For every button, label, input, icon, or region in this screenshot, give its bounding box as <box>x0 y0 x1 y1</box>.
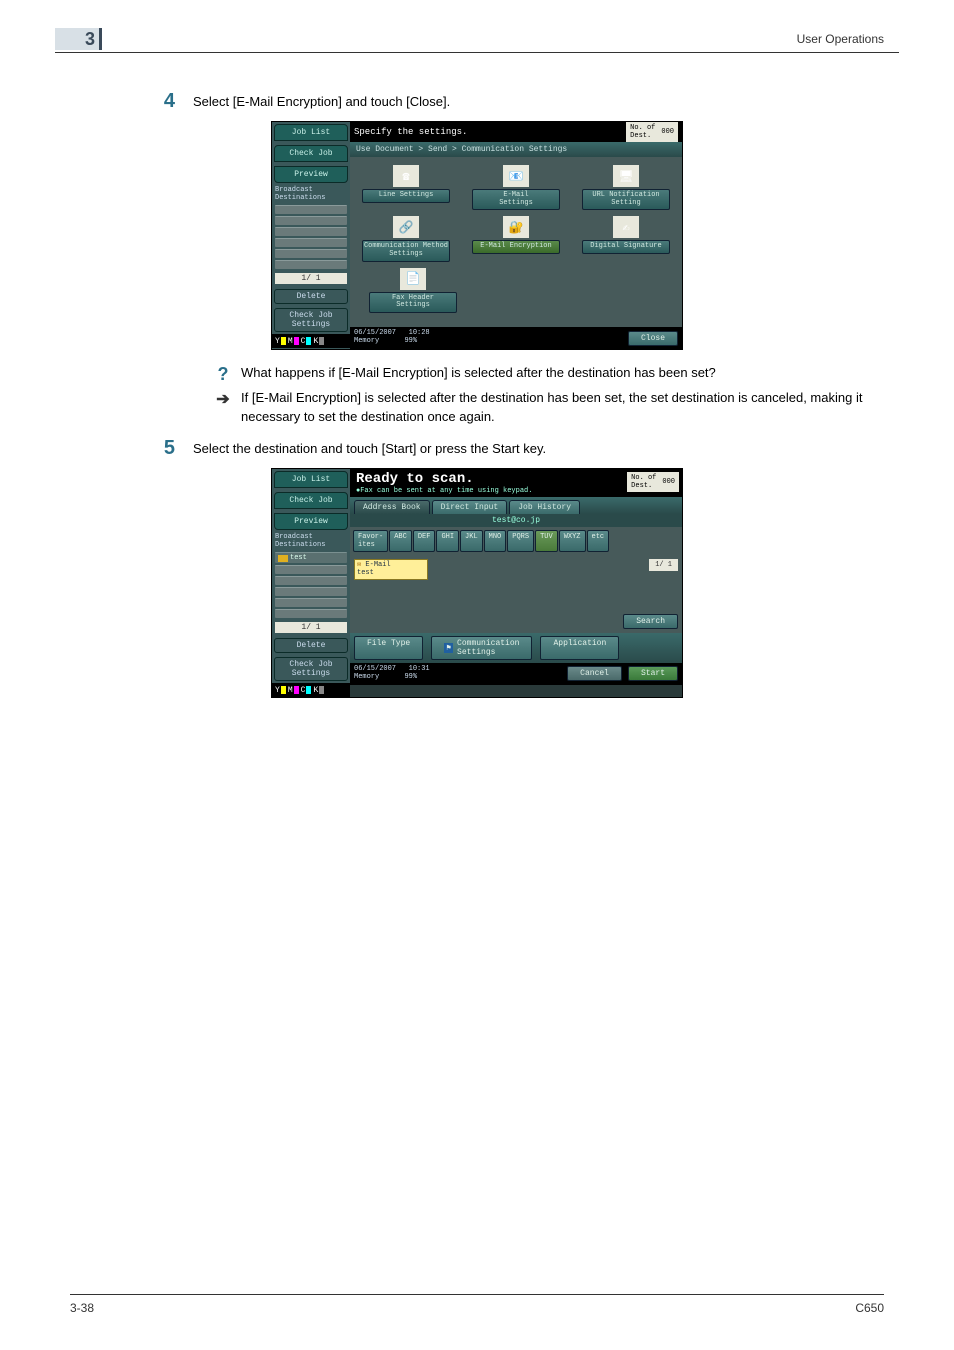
step-5-text: Select the destination and touch [Start]… <box>193 437 899 460</box>
status-bar: 06/15/2007 10:28 Memory 99% <box>354 330 430 345</box>
list-item <box>275 249 347 258</box>
lock-mail-icon: 🔐 <box>503 216 529 238</box>
mail-icon <box>278 555 288 562</box>
network-icon: 🔗 <box>393 216 419 238</box>
digital-signature-button[interactable]: ✍ Digital Signature <box>583 216 669 261</box>
list-item <box>275 598 347 607</box>
model-name: C650 <box>855 1301 884 1315</box>
dest-count-box: No. of Dest. 000 <box>626 122 678 142</box>
application-button[interactable]: Application <box>540 636 619 660</box>
preview-tab[interactable]: Preview <box>274 513 348 530</box>
page-number: 3-38 <box>70 1301 94 1315</box>
cancel-button[interactable]: Cancel <box>567 666 622 681</box>
alpha-favorites[interactable]: Favor- ites <box>353 530 388 552</box>
question-text: What happens if [E-Mail Encryption] is s… <box>241 364 899 383</box>
section-title: User Operations <box>797 32 884 46</box>
list-item <box>275 260 347 269</box>
delete-button[interactable]: Delete <box>274 289 348 304</box>
list-item <box>275 227 347 236</box>
toner-indicator: Y M C K <box>272 334 350 348</box>
check-job-tab[interactable]: Check Job <box>274 145 348 162</box>
search-host: test@co.jp <box>350 514 682 527</box>
check-job-tab[interactable]: Check Job <box>274 492 348 509</box>
alpha-mno[interactable]: MNO <box>484 530 507 552</box>
flag-icon: ⚑ <box>444 643 453 653</box>
job-list-tab[interactable]: Job List <box>274 124 348 141</box>
delete-button[interactable]: Delete <box>274 638 348 653</box>
alpha-abc[interactable]: ABC <box>389 530 412 552</box>
arrow-icon: ➔ <box>215 389 231 409</box>
search-button[interactable]: Search <box>623 614 678 629</box>
close-button[interactable]: Close <box>628 331 678 346</box>
screenshot-ready-to-scan: Job List Check Job Preview Broadcast Des… <box>271 468 683 698</box>
tab-direct-input[interactable]: Direct Input <box>432 500 508 514</box>
step-number-5: 5 <box>55 437 193 460</box>
tab-address-book[interactable]: Address Book <box>354 500 430 514</box>
breadcrumb: Use Document > Send > Communication Sett… <box>350 142 682 157</box>
broadcast-destinations-label: Broadcast Destinations <box>272 532 350 551</box>
panel-title: Specify the settings. <box>354 127 467 137</box>
broadcast-destinations-label: Broadcast Destinations <box>272 185 350 204</box>
alpha-def[interactable]: DEF <box>413 530 436 552</box>
check-job-settings-button[interactable]: Check Job Settings <box>274 657 348 681</box>
tab-job-history[interactable]: Job History <box>509 500 580 514</box>
answer-text: If [E-Mail Encryption] is selected after… <box>241 389 899 427</box>
list-item <box>275 216 347 225</box>
job-list-tab[interactable]: Job List <box>274 471 348 488</box>
alpha-tuv[interactable]: TUV <box>535 530 558 552</box>
monitor-icon: 🖥 <box>613 165 639 187</box>
list-item <box>275 587 347 596</box>
dest-count-box: No. of Dest. 000 <box>627 472 679 492</box>
step-4-text: Select [E-Mail Encryption] and touch [Cl… <box>193 90 899 113</box>
communication-method-button[interactable]: 🔗 Communication Method Settings <box>363 216 449 261</box>
alpha-ghi[interactable]: GHI <box>436 530 459 552</box>
chapter-number: 3 <box>55 28 102 50</box>
sidebar-page-indicator: 1/ 1 <box>275 622 347 633</box>
email-settings-button[interactable]: 📧 E-Mail Settings <box>473 165 559 210</box>
header-rule <box>55 52 899 53</box>
status-bar: 06/15/2007 10:31 Memory 99% <box>354 666 430 681</box>
list-item <box>275 565 347 574</box>
list-item <box>275 205 347 214</box>
step-number-4: 4 <box>55 90 193 113</box>
start-button[interactable]: Start <box>628 666 678 681</box>
line-settings-button[interactable]: ☎ Line Settings <box>363 165 449 210</box>
phone-icon: ☎ <box>393 165 419 187</box>
toner-indicator: Y M C K <box>272 683 350 697</box>
email-encryption-button[interactable]: 🔐 E-Mail Encryption <box>473 216 559 261</box>
document-icon: 📄 <box>400 268 426 290</box>
list-item <box>275 609 347 618</box>
list-item <box>275 576 347 585</box>
preview-tab[interactable]: Preview <box>274 166 348 183</box>
sidebar-page-indicator: 1/ 1 <box>275 273 347 284</box>
ready-subtitle: ●Fax can be sent at any time using keypa… <box>350 487 624 497</box>
alpha-wxyz[interactable]: WXYZ <box>559 530 586 552</box>
list-item <box>275 238 347 247</box>
destination-entry[interactable]: test <box>275 552 347 563</box>
fax-header-button[interactable]: 📄 Fax Header Settings <box>370 268 456 313</box>
result-page-indicator: 1/ 1 <box>649 559 678 571</box>
signature-icon: ✍ <box>613 216 639 238</box>
communication-settings-button[interactable]: ⚑ Communication Settings <box>431 636 532 660</box>
url-notification-button[interactable]: 🖥 URL Notification Setting <box>583 165 669 210</box>
screenshot-comm-settings: Job List Check Job Preview Broadcast Des… <box>271 121 683 350</box>
address-chip[interactable]: ✉ E-Mail test <box>354 559 428 580</box>
alpha-jkl[interactable]: JKL <box>460 530 483 552</box>
file-type-button[interactable]: File Type <box>354 636 423 660</box>
alpha-pqrs[interactable]: PQRS <box>507 530 534 552</box>
mail-list-icon: 📧 <box>503 165 529 187</box>
alpha-etc[interactable]: etc <box>587 530 610 552</box>
question-mark-icon: ? <box>215 364 231 385</box>
ready-title: Ready to scan. <box>350 469 624 487</box>
check-job-settings-button[interactable]: Check Job Settings <box>274 308 348 332</box>
